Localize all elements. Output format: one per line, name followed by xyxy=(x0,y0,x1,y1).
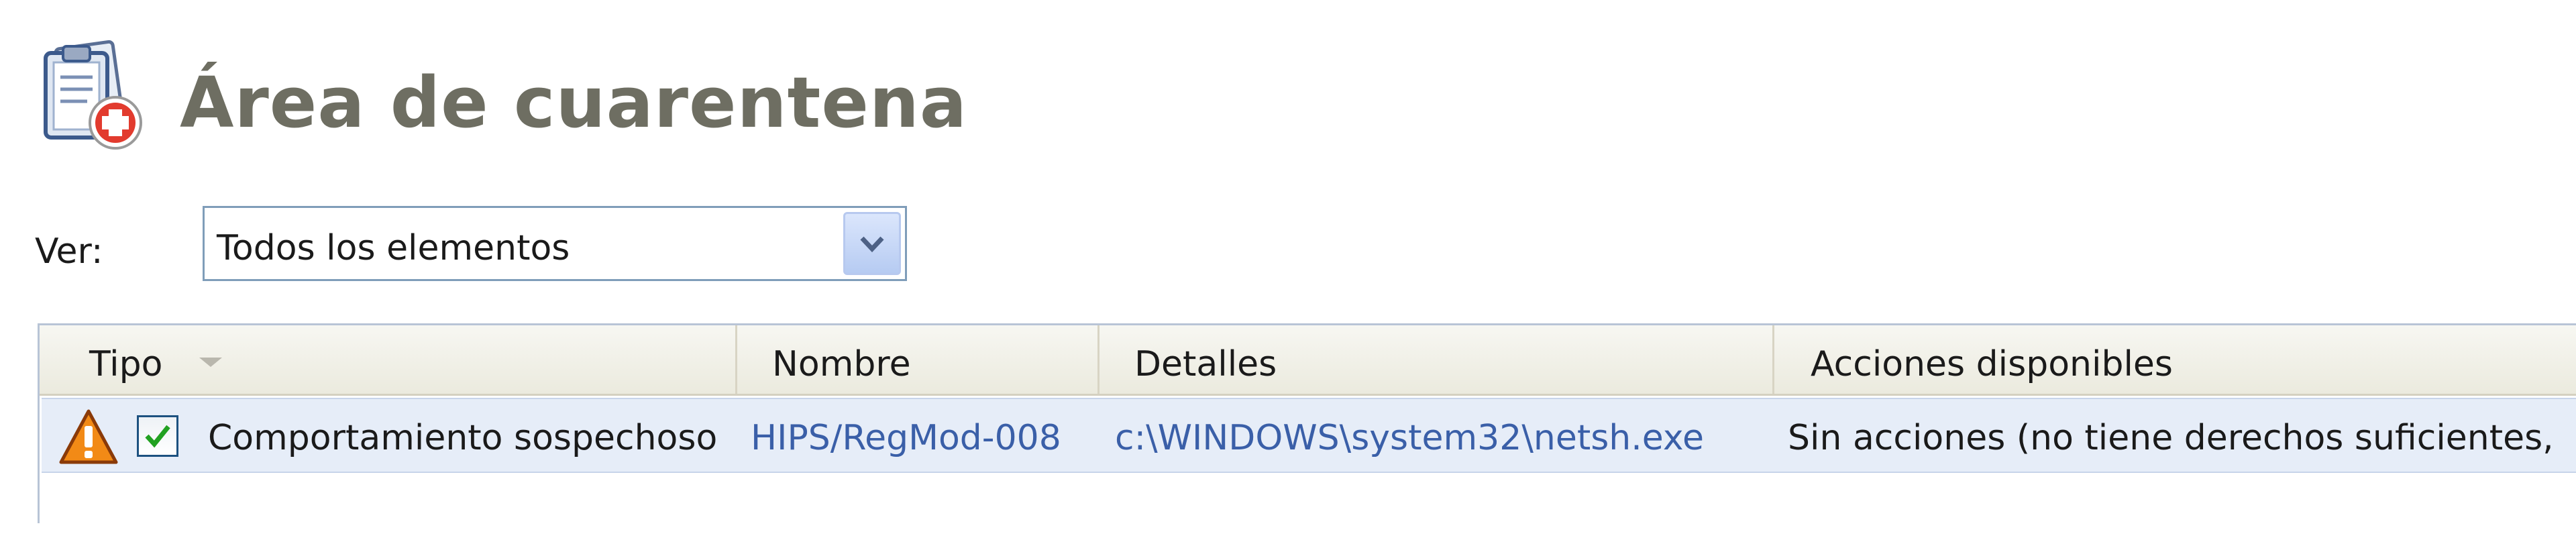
quarantine-window: Área de cuarentena Ver: Todos los elemen… xyxy=(0,0,2576,540)
table-header: Tipo Nombre Detalles Acciones disponible… xyxy=(40,325,2576,396)
column-header-nombre[interactable]: Nombre xyxy=(737,325,1099,394)
row-name-link[interactable]: HIPS/RegMod-008 xyxy=(751,418,1061,458)
quarantine-table: Tipo Nombre Detalles Acciones disponible… xyxy=(38,323,2576,523)
column-header-label: Detalles xyxy=(1134,344,1277,384)
table-row[interactable]: Comportamiento sospechoso HIPS/RegMod-00… xyxy=(42,398,2576,473)
view-select-value: Todos los elementos xyxy=(217,228,570,268)
chevron-down-icon xyxy=(860,236,884,253)
column-header-acciones[interactable]: Acciones disponibles xyxy=(1774,325,2576,394)
quarantine-clipboard-icon xyxy=(34,37,154,158)
column-header-detalles[interactable]: Detalles xyxy=(1099,325,1774,394)
row-details-link[interactable]: c:\WINDOWS\system32\netsh.exe xyxy=(1115,418,1704,458)
column-header-label: Acciones disponibles xyxy=(1811,344,2173,384)
column-header-label: Tipo xyxy=(89,344,163,384)
view-label: Ver: xyxy=(35,231,103,272)
column-header-label: Nombre xyxy=(772,344,911,384)
view-dropdown-button[interactable] xyxy=(843,212,901,275)
sort-descending-icon xyxy=(199,358,222,367)
checkmark-icon xyxy=(145,425,170,448)
row-actions: Sin acciones (no tiene derechos suficien… xyxy=(1788,418,2554,458)
view-select[interactable]: Todos los elementos xyxy=(203,206,907,281)
page-title: Área de cuarentena xyxy=(180,62,968,144)
row-checkbox[interactable] xyxy=(137,415,178,457)
row-type: Comportamiento sospechoso xyxy=(208,418,718,458)
warning-icon xyxy=(59,409,118,464)
column-header-tipo[interactable]: Tipo xyxy=(40,325,737,394)
